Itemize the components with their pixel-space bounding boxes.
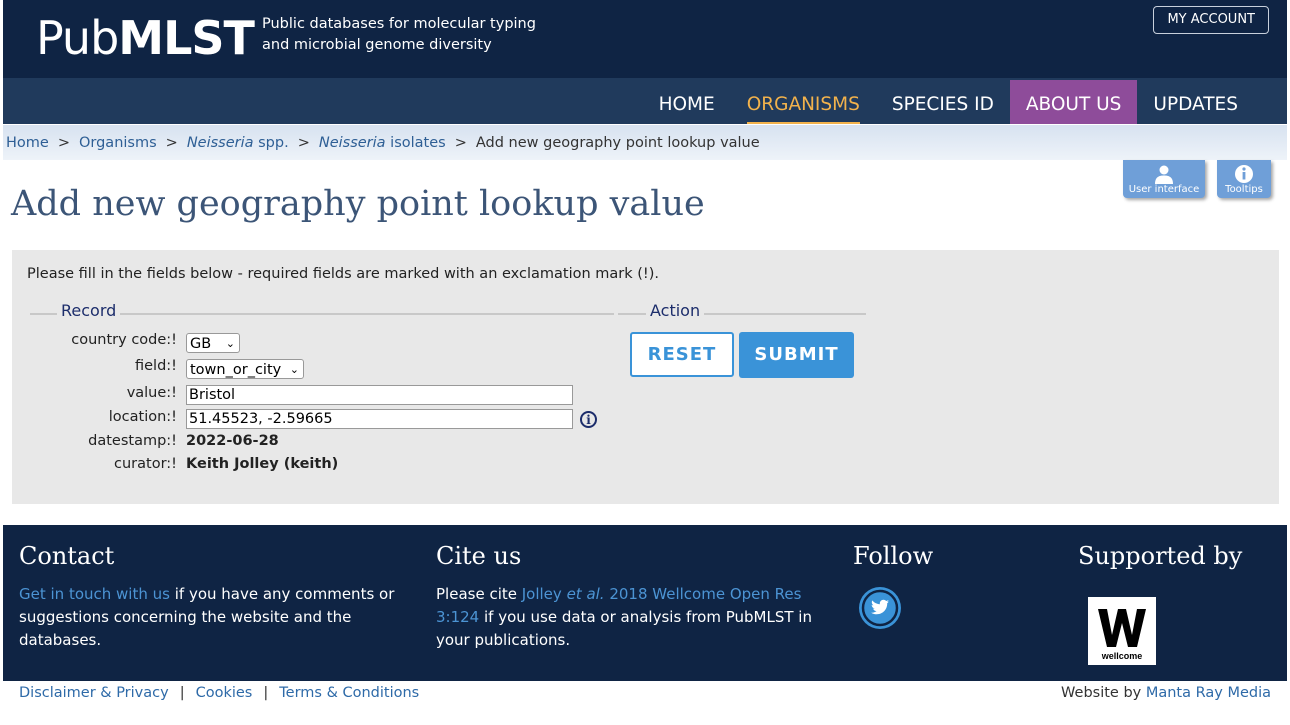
user-interface-button[interactable]: User interface — [1123, 160, 1205, 198]
bottom-bar: Disclaimer & Privacy | Cookies | Terms & Con… — [0, 681, 1290, 725]
breadcrumb-separator: > — [297, 135, 310, 151]
logo-mlst-text: MLST — [118, 11, 255, 65]
cite-suffix: if you use data or analysis from PubMLST… — [436, 608, 812, 649]
logo-pub-text: Pub — [36, 11, 119, 65]
footer-follow: Follow — [853, 541, 1053, 571]
datestamp-label: datestamp:! — [88, 433, 177, 449]
country-code-label: country code:! — [71, 332, 177, 348]
main-nav-bar: HOME ORGANISMS SPECIES ID ABOUT US UPDAT… — [3, 78, 1287, 124]
footer-contact: Contact Get in touch with us if you have… — [19, 541, 409, 652]
nav-updates[interactable]: UPDATES — [1137, 80, 1254, 124]
record-legend: Record — [57, 301, 121, 320]
agency-link[interactable]: Manta Ray Media — [1146, 685, 1271, 701]
breadcrumb-genus: Neisseria — [318, 135, 386, 151]
breadcrumb-separator: > — [165, 135, 178, 151]
footer-links: Disclaimer & Privacy | Cookies | Terms & Con… — [19, 685, 419, 701]
location-input[interactable]: 51.45523, -2.59665 — [186, 409, 573, 429]
form-instructions: Please fill in the fields below - requir… — [27, 266, 659, 282]
contact-heading: Contact — [19, 542, 115, 570]
value-input[interactable]: Bristol — [186, 385, 573, 405]
form-container: Please fill in the fields below - requir… — [12, 250, 1279, 504]
tagline-line1: Public databases for molecular typing — [262, 16, 536, 32]
tooltips-button[interactable]: Tooltips — [1217, 160, 1271, 198]
website-by-text: Website by — [1061, 685, 1146, 701]
cite-heading: Cite us — [436, 542, 522, 570]
citation-etal: et al. — [566, 585, 605, 603]
field-label: field:! — [135, 358, 177, 374]
follow-heading: Follow — [853, 542, 934, 570]
chevron-down-icon: ⌄ — [225, 337, 235, 350]
site-tagline: Public databases for molecular typing an… — [262, 14, 536, 56]
pubmlst-logo[interactable]: PubMLST — [36, 10, 255, 66]
supported-heading: Supported by — [1078, 542, 1243, 570]
contact-link[interactable]: Get in touch with us — [19, 585, 170, 603]
cite-prefix: Please cite — [436, 585, 522, 603]
field-select[interactable]: town_or_city ⌄ — [186, 359, 304, 379]
nav-species-id[interactable]: SPECIES ID — [876, 80, 1010, 124]
country-code-value: GB — [190, 336, 212, 352]
disclaimer-link[interactable]: Disclaimer & Privacy — [19, 685, 169, 701]
link-separator: | — [263, 685, 269, 701]
datestamp-value: 2022-06-28 — [186, 433, 279, 449]
link-separator: | — [179, 685, 185, 701]
nav-organisms[interactable]: ORGANISMS — [731, 80, 876, 124]
citation-author: Jolley — [521, 585, 567, 603]
footer-cite: Cite us Please cite Jolley et al. 2018 W… — [436, 541, 826, 652]
location-label: location:! — [108, 409, 177, 425]
breadcrumb-organisms[interactable]: Organisms — [79, 135, 157, 151]
value-label: value:! — [126, 385, 177, 401]
curator-value: Keith Jolley (keith) — [186, 456, 339, 472]
wellcome-wordmark: wellcome — [1101, 651, 1143, 661]
site-footer: Contact Get in touch with us if you have… — [3, 525, 1287, 681]
breadcrumb-genus-suffix: spp. — [253, 135, 289, 151]
breadcrumb-separator: > — [57, 135, 70, 151]
reset-button[interactable]: RESET — [630, 332, 734, 377]
breadcrumb-neisseria-isolates[interactable]: Neisseria isolates — [319, 135, 446, 151]
breadcrumb-home[interactable]: Home — [6, 135, 49, 151]
submit-button[interactable]: SUBMIT — [739, 332, 854, 378]
action-legend: Action — [646, 301, 705, 320]
site-header: PubMLST Public databases for molecular t… — [3, 0, 1287, 78]
cite-text: Please cite Jolley et al. 2018 Wellcome … — [436, 583, 826, 652]
footer-supported: Supported by — [1078, 541, 1278, 571]
breadcrumb-separator: > — [454, 135, 467, 151]
terms-link[interactable]: Terms & Conditions — [279, 685, 419, 701]
cookies-link[interactable]: Cookies — [196, 685, 253, 701]
field-value: town_or_city — [190, 362, 282, 378]
twitter-icon[interactable] — [859, 587, 901, 629]
page-title: Add new geography point lookup value — [11, 184, 705, 224]
breadcrumb-neisseria-spp[interactable]: Neisseria spp. — [187, 135, 289, 151]
user-icon — [1123, 163, 1205, 185]
tagline-line2: and microbial genome diversity — [262, 37, 492, 53]
info-icon[interactable]: i — [580, 411, 597, 428]
breadcrumb: Home > Organisms > Neisseria spp. > Neisseria … — [3, 125, 1287, 160]
main-nav: HOME ORGANISMS SPECIES ID ABOUT US UPDAT… — [643, 80, 1254, 124]
my-account-button[interactable]: MY ACCOUNT — [1153, 6, 1269, 34]
tooltips-label: Tooltips — [1225, 184, 1263, 195]
breadcrumb-genus-suffix: isolates — [385, 135, 446, 151]
breadcrumb-genus: Neisseria — [186, 135, 254, 151]
nav-about-us[interactable]: ABOUT US — [1009, 80, 1138, 124]
contact-text: Get in touch with us if you have any com… — [19, 583, 409, 652]
website-credit: Website by Manta Ray Media — [1061, 685, 1271, 701]
wellcome-logo[interactable]: wellcome — [1088, 597, 1156, 665]
breadcrumb-current: Add new geography point lookup value — [475, 135, 760, 151]
curator-label: curator:! — [114, 456, 177, 472]
nav-home[interactable]: HOME — [643, 80, 731, 124]
info-circle-icon — [1217, 163, 1271, 185]
chevron-down-icon: ⌄ — [289, 363, 299, 376]
user-interface-label: User interface — [1128, 184, 1200, 195]
country-code-select[interactable]: GB ⌄ — [186, 333, 240, 353]
